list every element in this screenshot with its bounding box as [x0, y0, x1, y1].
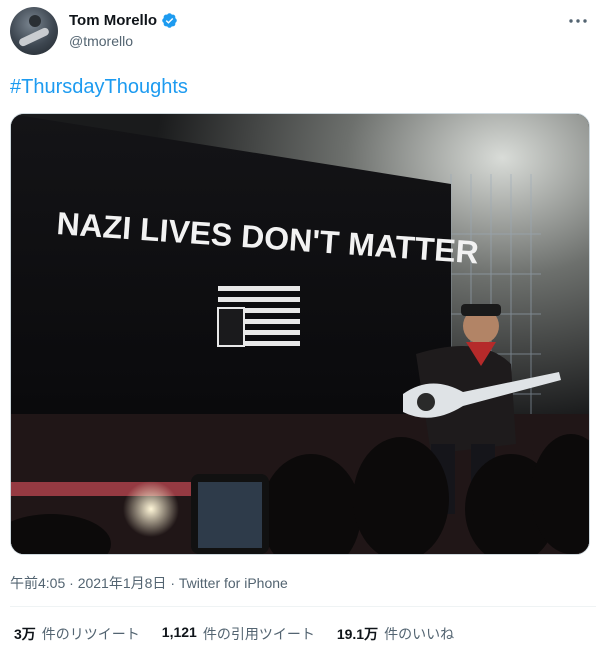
stage-spotlight: [123, 481, 179, 537]
meta-separator: ·: [69, 575, 74, 591]
divider: [10, 606, 596, 607]
tweet-hashtag[interactable]: #ThursdayThoughts: [10, 76, 188, 99]
audience-phone: [191, 474, 269, 554]
quotes-count: 1,121: [161, 624, 197, 640]
tweet-time[interactable]: 午前4:05: [10, 575, 65, 591]
quotes-label: 件の引用ツイート: [202, 626, 315, 642]
likes-count: 19.1万: [336, 626, 379, 642]
quotes-stat[interactable]: 1,121 件の引用ツイート: [162, 624, 315, 644]
avatar[interactable]: [10, 7, 58, 55]
meta-separator-2: ·: [170, 575, 175, 591]
avatar-guitar: [17, 26, 51, 48]
retweets-stat[interactable]: 3万 件のリツイート: [14, 624, 140, 644]
tweet-metadata: 午前4:05 · 2021年1月8日 · Twitter for iPhone: [10, 573, 288, 593]
likes-label: 件のいいね: [384, 626, 455, 642]
author-display-name[interactable]: Tom Morello: [69, 12, 157, 29]
retweets-count: 3万: [14, 626, 36, 642]
tweet-photo[interactable]: NAZI LIVES DON'T MATTER: [10, 113, 590, 555]
author-name-row: Tom Morello: [69, 12, 178, 29]
avatar-head: [29, 15, 41, 27]
tweet-date[interactable]: 2021年1月8日: [78, 575, 167, 591]
author-handle[interactable]: @tmorello: [69, 33, 133, 49]
tweet-source[interactable]: Twitter for iPhone: [179, 575, 288, 591]
tweet-stats: 3万 件のリツイート 1,121 件の引用ツイート 19.1万 件のいいね: [14, 624, 454, 644]
retweets-label: 件のリツイート: [41, 626, 140, 642]
verified-badge-icon: [161, 12, 178, 29]
more-options-icon[interactable]: [568, 12, 588, 29]
likes-stat[interactable]: 19.1万 件のいいね: [337, 624, 454, 644]
